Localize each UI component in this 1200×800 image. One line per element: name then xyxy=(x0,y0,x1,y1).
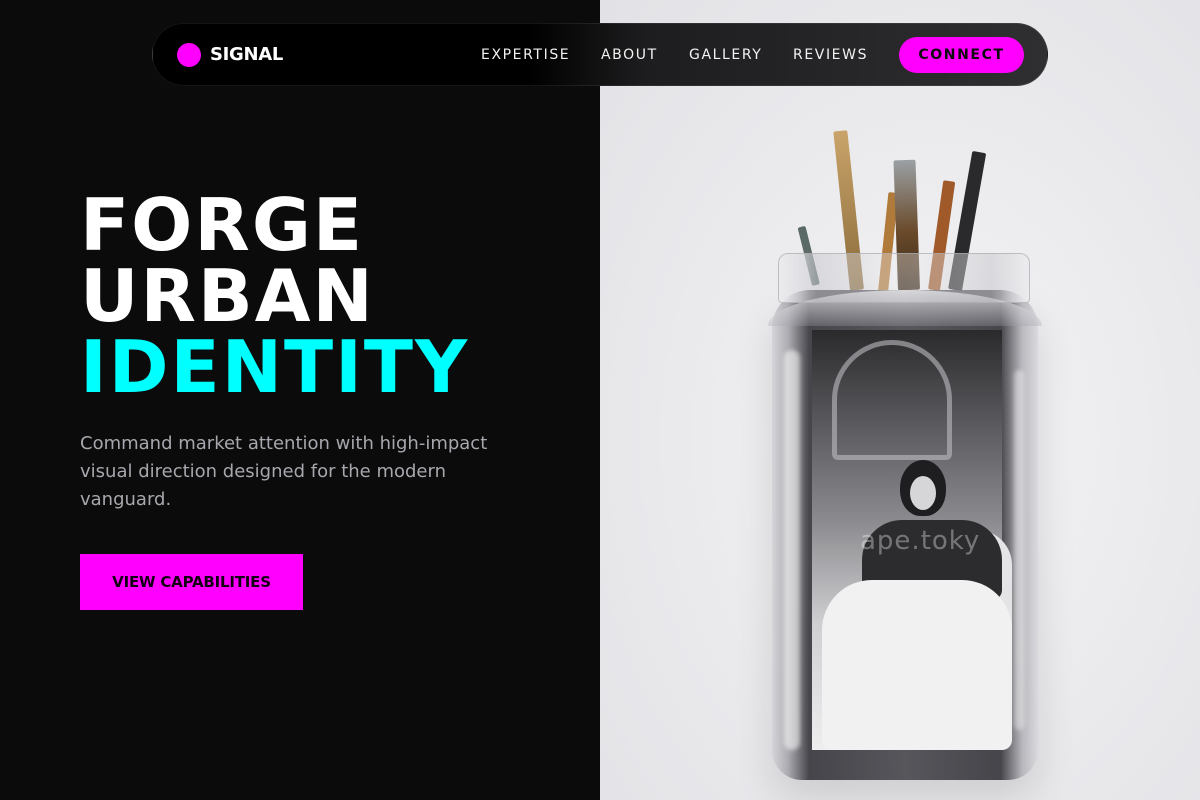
hero-title-accent-line: IDENTITY xyxy=(80,325,470,409)
jar-body: ape.toky xyxy=(772,290,1038,780)
photo-sheet xyxy=(822,580,1012,750)
nav-link-gallery[interactable]: GALLERY xyxy=(689,45,762,65)
jar-glare xyxy=(784,350,800,750)
nav-link-expertise[interactable]: EXPERTISE xyxy=(481,45,570,65)
mirror-frame xyxy=(832,340,952,460)
photo-face xyxy=(910,476,936,510)
hero-title-line: FORGE xyxy=(80,183,365,267)
nav-link-reviews[interactable]: REVIEWS xyxy=(793,45,868,65)
brand-logo-icon[interactable] xyxy=(177,43,201,67)
view-capabilities-button[interactable]: VIEW CAPABILITIES xyxy=(80,554,303,610)
connect-button[interactable]: CONNECT xyxy=(899,37,1024,73)
hero-title: FORGE URBAN IDENTITY xyxy=(80,183,470,409)
top-navigation: SIGNAL EXPERTISE ABOUT GALLERY REVIEWS C… xyxy=(152,23,1048,86)
image-watermark: ape.toky xyxy=(860,526,981,556)
hero-subtitle: Command market attention with high-impac… xyxy=(80,433,488,510)
hero-title-line: URBAN xyxy=(80,254,375,338)
nav-link-about[interactable]: ABOUT xyxy=(601,45,658,65)
jar-neck xyxy=(778,253,1030,303)
jar-illustration: ape.toky xyxy=(750,130,1060,790)
brand-name[interactable]: SIGNAL xyxy=(210,43,283,67)
hero-image-panel: ape.toky xyxy=(600,0,1200,800)
jar-glare xyxy=(1014,370,1024,730)
